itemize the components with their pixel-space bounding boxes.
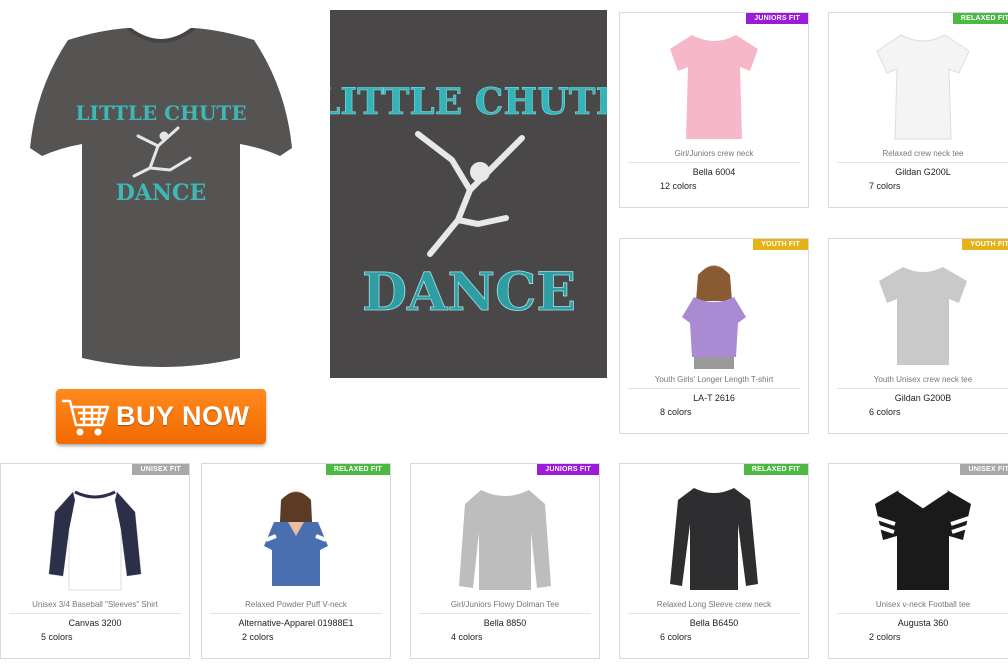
tshirt-image <box>48 490 142 591</box>
hero-shirt-print-line2: DANCE <box>116 180 207 206</box>
product-description: Unisex 3/4 Baseball "Sleeves" Shirt <box>9 600 181 614</box>
print-title-line2: DANCE <box>362 262 576 323</box>
fit-badge: RELAXED FIT <box>743 464 808 475</box>
fit-badge: JUNIORS FIT <box>746 13 808 24</box>
buy-now-label: BUY NOW <box>116 401 250 431</box>
product-card-gildan-g200b[interactable]: YOUTH FIT Youth Unisex crew neck tee Gil… <box>828 238 1008 434</box>
product-model: Bella 6004 <box>692 167 736 177</box>
product-description: Relaxed crew neck tee <box>837 149 1008 163</box>
fit-badge: RELAXED FIT <box>952 13 1008 24</box>
product-card-bella-6004[interactable]: JUNIORS FIT Girl/Juniors crew neck Bella… <box>619 12 809 208</box>
product-model: Gildan G200L <box>895 167 951 177</box>
product-color-count: 2 colors <box>869 632 901 642</box>
fit-badge: JUNIORS FIT <box>537 464 599 475</box>
fit-badge: UNISEX FIT <box>132 464 189 475</box>
product-card-alternative-apparel-01988e1[interactable]: RELAXED FIT Relaxed Powder Puff V-neck A… <box>201 463 391 659</box>
hero-shirt-print-line1: LITTLE CHUTE <box>75 101 246 125</box>
dancer-icon <box>415 131 525 257</box>
tshirt-image <box>875 488 971 590</box>
product-color-count: 4 colors <box>451 632 483 642</box>
product-card-augusta-360[interactable]: UNISEX FIT Unisex v-neck Football tee Au… <box>828 463 1008 659</box>
product-description: Girl/Juniors crew neck <box>628 149 800 163</box>
product-model: Bella B6450 <box>689 618 739 628</box>
hero-shirt-image: LITTLE CHUTE DANCE <box>30 26 292 370</box>
print-title-line1: LITTLE CHUTE <box>330 81 607 123</box>
product-model: Bella 8850 <box>483 618 527 628</box>
product-model: Canvas 3200 <box>68 618 122 628</box>
model-photo-image <box>682 265 746 369</box>
fit-badge: UNISEX FIT <box>960 464 1008 475</box>
product-card-gildan-g200l[interactable]: RELAXED FIT Relaxed crew neck tee Gildan… <box>828 12 1008 208</box>
print-closeup-image: LITTLE CHUTE DANCE <box>330 10 607 378</box>
product-description: Relaxed Long Sleeve crew neck <box>628 600 800 614</box>
product-card-bella-8850[interactable]: JUNIORS FIT Girl/Juniors Flowy Dolman Te… <box>410 463 600 659</box>
tshirt-image <box>670 35 758 139</box>
product-description: Relaxed Powder Puff V-neck <box>210 600 382 614</box>
model-photo-image <box>264 491 328 586</box>
product-card-bella-b6450[interactable]: RELAXED FIT Relaxed Long Sleeve crew nec… <box>619 463 809 659</box>
product-model: LA-T 2616 <box>693 393 735 403</box>
product-color-count: 8 colors <box>660 407 692 417</box>
product-model: Alternative-Apparel 01988E1 <box>238 618 354 628</box>
product-description: Youth Girls' Longer Length T-shirt <box>628 375 800 389</box>
product-description: Youth Unisex crew neck tee <box>837 375 1008 389</box>
product-card-canvas-3200[interactable]: UNISEX FIT Unisex 3/4 Baseball "Sleeves"… <box>0 463 190 659</box>
product-description: Unisex v-neck Football tee <box>837 600 1008 614</box>
buy-now-button[interactable]: BUY NOW <box>56 389 266 444</box>
product-color-count: 2 colors <box>242 632 274 642</box>
product-color-count: 12 colors <box>660 181 697 191</box>
product-color-count: 7 colors <box>869 181 901 191</box>
product-color-count: 6 colors <box>660 632 692 642</box>
fit-badge: YOUTH FIT <box>753 239 808 250</box>
product-model: Gildan G200B <box>894 393 952 403</box>
tshirt-image <box>459 490 551 590</box>
tshirt-image <box>670 488 758 590</box>
product-card-la-t-2616[interactable]: YOUTH FIT Youth Girls' Longer Length T-s… <box>619 238 809 434</box>
shopping-cart-icon <box>62 399 110 435</box>
product-model: Augusta 360 <box>897 618 949 628</box>
tshirt-image <box>879 267 967 365</box>
tshirt-image <box>876 34 970 140</box>
product-description: Girl/Juniors Flowy Dolman Tee <box>419 600 591 614</box>
fit-badge: RELAXED FIT <box>325 464 390 475</box>
product-color-count: 5 colors <box>41 632 73 642</box>
product-color-count: 6 colors <box>869 407 901 417</box>
fit-badge: YOUTH FIT <box>962 239 1008 250</box>
